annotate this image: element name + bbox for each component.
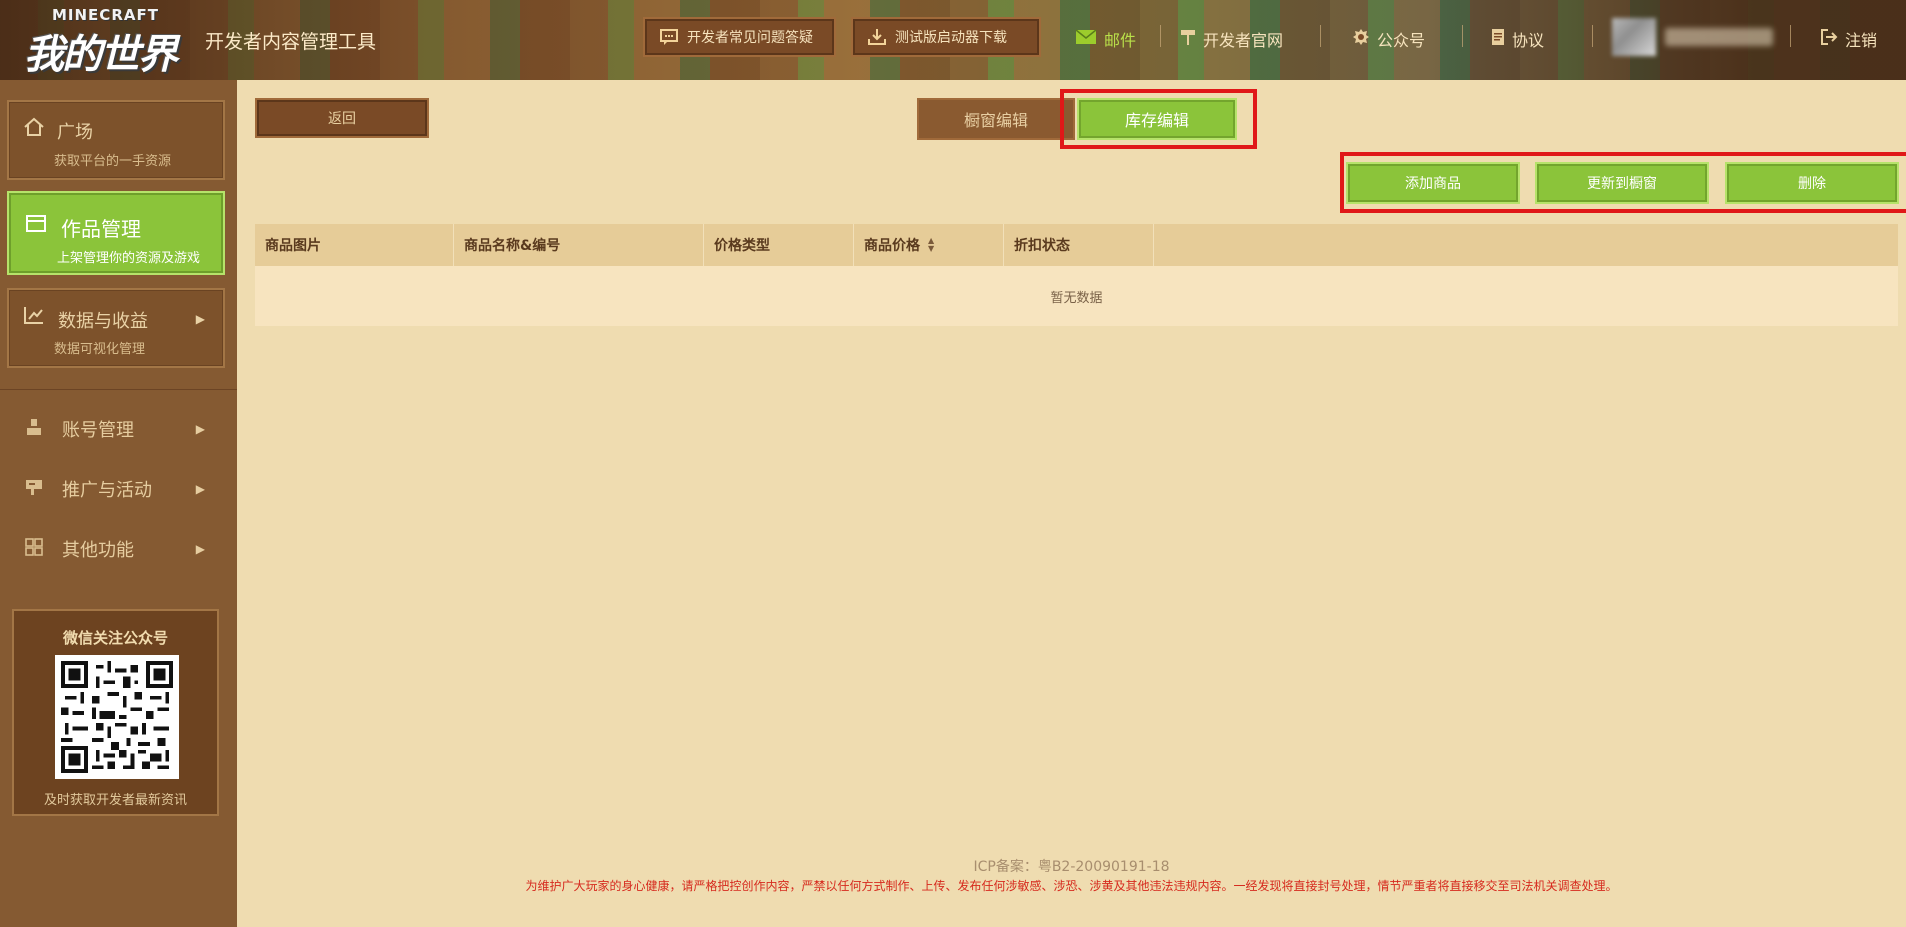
top-header: MINECRAFT 我的世界 开发者内容管理工具 开发者常见问题答疑 测试版启动…: [0, 0, 1906, 80]
faq-button[interactable]: 开发者常见问题答疑: [643, 17, 836, 57]
logout-label: 注销: [1845, 31, 1878, 50]
header-divider: [1790, 25, 1791, 47]
sidebar-item-label: 作品管理: [61, 217, 141, 241]
sign-icon: [24, 478, 44, 501]
sidebar-item-works[interactable]: 作品管理 上架管理你的资源及游戏: [7, 191, 225, 275]
sidebar-item-label: 广场: [57, 122, 93, 143]
column-header-extra: [1154, 224, 1898, 266]
wechat-qr-panel: 微信关注公众号 及时获取开发者最新资讯: [12, 609, 219, 816]
footer-icp: ICP备案：粤B2-20090191-18: [973, 859, 1170, 875]
inventory-table: 商品图片 商品名称&编号 价格类型 商品价格 ▲ ▼ 折扣状态 暂无数据: [255, 224, 1898, 326]
column-header-price-type: 价格类型: [704, 224, 854, 266]
back-button[interactable]: 返回: [255, 98, 429, 138]
sidebar-item-label: 账号管理: [62, 420, 134, 441]
sidebar-item-other[interactable]: 其他功能 ▶: [0, 529, 237, 569]
faq-button-label: 开发者常见问题答疑: [687, 30, 813, 46]
sidebar-item-account[interactable]: 账号管理 ▶: [0, 409, 237, 449]
mail-link-label: 邮件: [1104, 31, 1137, 50]
mail-icon: [1075, 29, 1097, 49]
highlight-box-actions: [1340, 152, 1906, 213]
user-icon: [24, 418, 44, 441]
official-account-label: 公众号: [1377, 31, 1426, 50]
table-empty-row: 暂无数据: [255, 266, 1898, 326]
chevron-right-icon: ▶: [195, 422, 205, 436]
download-icon: [867, 27, 887, 47]
column-header-image: 商品图片: [255, 224, 454, 266]
folder-icon: [25, 213, 47, 239]
qr-title: 微信关注公众号: [62, 629, 168, 647]
sidebar-item-sublabel: 数据可视化管理: [54, 342, 146, 357]
column-header-label: 商品名称&编号: [464, 238, 561, 254]
user-name-blurred[interactable]: [1665, 28, 1773, 46]
mail-link[interactable]: 邮件: [1075, 27, 1136, 51]
signpost-icon: [1180, 28, 1196, 50]
sidebar-item-sublabel: 获取平台的一手资源: [54, 154, 172, 169]
protocol-link[interactable]: 协议: [1491, 27, 1544, 51]
column-header-label: 商品图片: [265, 238, 321, 254]
sidebar-item-label: 数据与收益: [58, 311, 148, 332]
app-title: 开发者内容管理工具: [205, 31, 377, 53]
tab-window-edit[interactable]: 橱窗编辑: [917, 98, 1075, 140]
sort-icon[interactable]: ▲ ▼: [928, 237, 934, 253]
grid-icon: [24, 537, 44, 561]
sidebar-item-label: 推广与活动: [62, 480, 152, 501]
column-header-price[interactable]: 商品价格 ▲ ▼: [854, 224, 1004, 266]
sidebar-item-data[interactable]: 数据与收益 数据可视化管理 ▶: [7, 288, 225, 368]
badge-icon: [1352, 28, 1370, 50]
main-content: 返回 橱窗编辑 库存编辑 添加商品 更新到橱窗 删除 商品图片 商品名称&编号 …: [237, 80, 1906, 927]
document-icon: [1491, 28, 1505, 50]
logout-link[interactable]: 注销: [1820, 27, 1877, 51]
sidebar-item-label: 其他功能: [62, 540, 134, 561]
header-divider: [1462, 25, 1463, 47]
user-avatar[interactable]: [1612, 18, 1656, 56]
sidebar-divider: [0, 389, 237, 390]
header-divider: [1160, 25, 1161, 47]
header-divider: [1592, 25, 1593, 47]
chart-icon: [23, 305, 45, 331]
sidebar-item-home[interactable]: 广场 获取平台的一手资源: [7, 100, 225, 180]
launcher-download-button[interactable]: 测试版启动器下载: [851, 17, 1041, 57]
dev-website-link[interactable]: 开发者官网: [1180, 27, 1283, 51]
column-header-name: 商品名称&编号: [454, 224, 704, 266]
dev-website-label: 开发者官网: [1203, 31, 1284, 50]
highlight-box-tabs: [1060, 89, 1257, 149]
home-icon: [23, 117, 45, 143]
sidebar-item-sublabel: 上架管理你的资源及游戏: [57, 251, 201, 266]
sidebar-item-promotion[interactable]: 推广与活动 ▶: [0, 469, 237, 509]
header-divider: [1320, 25, 1321, 47]
official-account-link[interactable]: 公众号: [1352, 27, 1425, 51]
logout-icon: [1820, 28, 1838, 50]
footer-warning: 为维护广大玩家的身心健康，请严格把控创作内容，严禁以任何方式制作、上传、发布任何…: [525, 879, 1618, 893]
qr-code-image: [55, 655, 179, 779]
chat-bubble-icon: [659, 27, 679, 47]
chevron-right-icon: ▶: [195, 542, 205, 556]
protocol-label: 协议: [1512, 31, 1545, 50]
column-header-label: 商品价格: [864, 238, 920, 254]
column-header-label: 折扣状态: [1014, 238, 1070, 254]
chevron-right-icon: ▶: [195, 312, 205, 326]
empty-state-text: 暂无数据: [1050, 290, 1103, 306]
table-header: 商品图片 商品名称&编号 价格类型 商品价格 ▲ ▼ 折扣状态: [255, 224, 1898, 266]
column-header-label: 价格类型: [714, 238, 770, 254]
qr-subtitle: 及时获取开发者最新资讯: [43, 793, 187, 808]
logo-main-text: 我的世界: [24, 32, 178, 78]
column-header-discount: 折扣状态: [1004, 224, 1154, 266]
chevron-right-icon: ▶: [195, 482, 205, 496]
sidebar: 广场 获取平台的一手资源 作品管理 上架管理你的资源及游戏 数据与收益 数据可视…: [0, 80, 237, 927]
minecraft-logo[interactable]: MINECRAFT 我的世界: [20, 4, 190, 78]
launcher-download-label: 测试版启动器下载: [895, 30, 1007, 46]
